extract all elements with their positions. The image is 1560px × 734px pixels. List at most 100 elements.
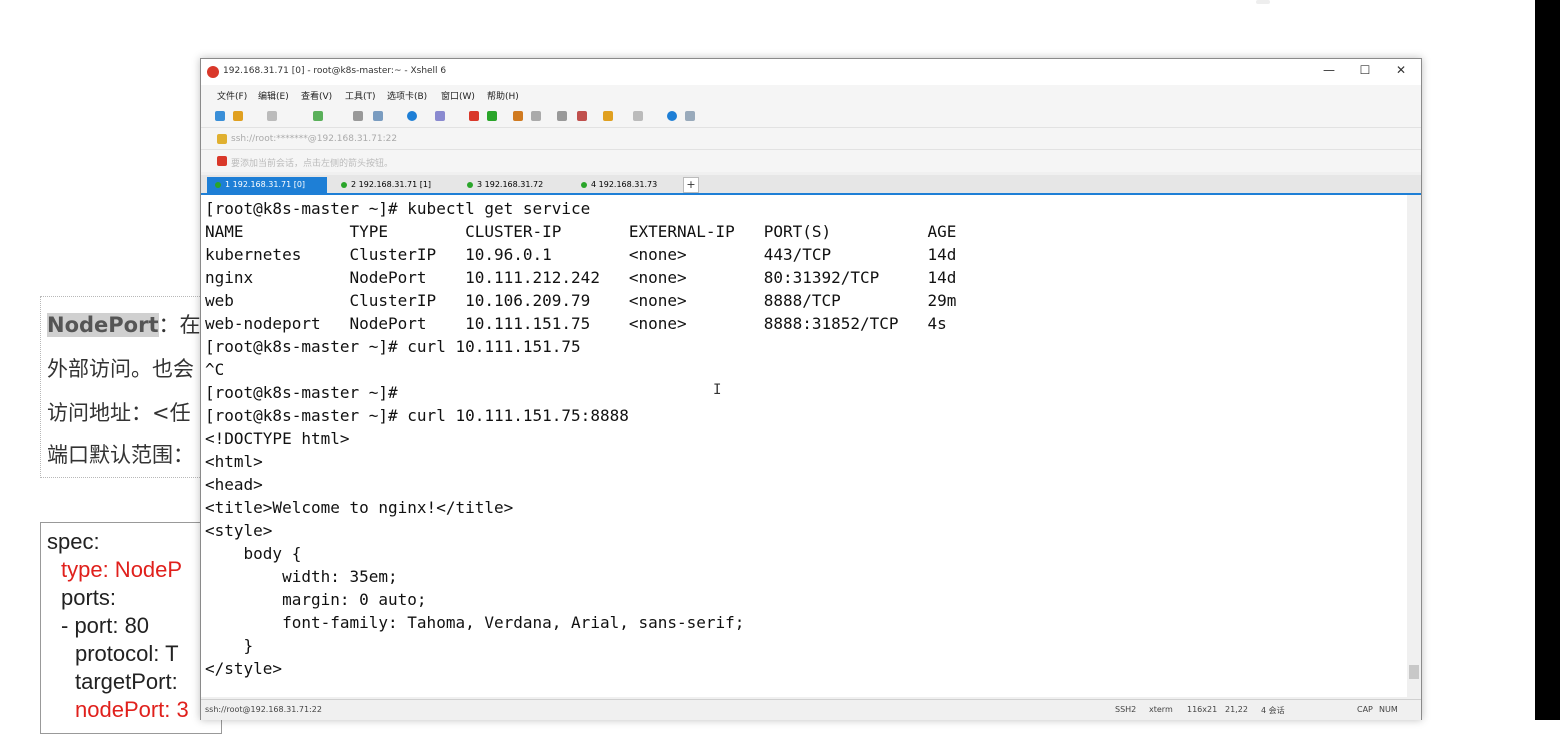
title-bar: 192.168.31.71 [0] - root@k8s-master:~ - … [201, 59, 1421, 85]
nodeport-highlight: NodePort [47, 313, 159, 337]
lock-icon[interactable] [531, 111, 541, 121]
properties-icon[interactable] [373, 111, 383, 121]
menu-tools[interactable]: 工具(T) [345, 89, 376, 102]
font-icon[interactable] [435, 111, 445, 121]
slide-yaml-box: spec: type: NodeP ports: - port: 80 prot… [40, 522, 222, 734]
status-size: 116x21 [1187, 705, 1218, 714]
menu-view[interactable]: 查看(V) [301, 89, 332, 102]
status-term: xterm [1149, 705, 1173, 714]
hint-bar: 要添加当前会话，点击左侧的箭头按钮。 [201, 149, 1421, 172]
status-caps: CAP [1357, 705, 1373, 714]
yaml-line-ports: ports: [61, 585, 117, 610]
highlight-icon[interactable] [577, 111, 587, 121]
tab-session-2[interactable]: 2 192.168.31.71 [1] [337, 177, 453, 193]
terminal-line: nginx NodePort 10.111.212.242 <none> 80:… [205, 268, 957, 287]
terminal-line: <style> [205, 521, 273, 540]
slide-text-box: NodePort：在 外部访问。也会 访问地址：<任 端口默认范围： [40, 296, 222, 478]
menu-tabs[interactable]: 选项卡(B) [387, 89, 427, 102]
find-icon[interactable] [353, 111, 363, 121]
tab-label: 4 192.168.31.73 [591, 180, 658, 189]
yaml-line-nodeport: nodePort: 3 [75, 697, 189, 722]
close-button[interactable]: ✕ [1391, 63, 1411, 77]
maximize-button[interactable]: ☐ [1355, 63, 1375, 77]
terminal-line: font-family: Tahoma, Verdana, Arial, san… [205, 613, 745, 632]
window-title: 192.168.31.71 [0] - root@k8s-master:~ - … [223, 66, 447, 76]
layout-icon[interactable] [633, 111, 643, 121]
xshell-logo-icon [207, 66, 219, 78]
reconnect-icon[interactable] [313, 111, 323, 121]
xftp-icon[interactable] [469, 111, 479, 121]
tab-session-4[interactable]: 4 192.168.31.73 [577, 177, 681, 193]
menu-edit[interactable]: 编辑(E) [258, 89, 289, 102]
mouse-ibeam-icon: I [713, 382, 722, 398]
minimize-button[interactable]: — [1319, 63, 1339, 77]
tab-label: 1 192.168.31.71 [0] [225, 180, 306, 189]
address-bar[interactable]: ssh://root:*******@192.168.31.71:22 [201, 127, 1421, 150]
status-connection: ssh://root@192.168.31.71:22 [205, 705, 322, 714]
session-tab-bar: 1 192.168.31.71 [0] 2 192.168.31.71 [1] … [201, 175, 1421, 195]
terminal-line: [root@k8s-master ~]# curl 10.111.151.75:… [205, 406, 629, 425]
status-cursor: 21,22 [1225, 705, 1248, 714]
menu-file[interactable]: 文件(F) [217, 89, 247, 102]
toolbar [201, 105, 1421, 127]
status-dot-icon [581, 181, 587, 188]
terminal-line: </style> [205, 659, 283, 678]
fullscreen-icon[interactable] [513, 111, 523, 121]
new-session-icon[interactable] [215, 111, 225, 121]
menu-help[interactable]: 帮助(H) [487, 89, 519, 102]
terminal-line: web-nodeport NodePort 10.111.151.75 <non… [205, 314, 947, 333]
tab-label: 3 192.168.31.72 [477, 180, 544, 189]
status-num: NUM [1379, 705, 1398, 714]
yaml-line-port: - port: 80 [61, 613, 150, 638]
terminal-line: } [205, 636, 254, 655]
terminal-line: body { [205, 544, 302, 563]
hint-text: 要添加当前会话，点击左侧的箭头按钮。 [231, 159, 394, 169]
status-protocol: SSH2 [1115, 705, 1137, 714]
tab-session-1[interactable]: 1 192.168.31.71 [0] [207, 177, 327, 193]
globe-icon[interactable] [407, 111, 417, 121]
compose-icon[interactable] [603, 111, 613, 121]
add-tab-button[interactable]: + [683, 177, 699, 193]
terminal-output[interactable]: [root@k8s-master ~]# kubectl get service… [201, 195, 1407, 697]
status-dot-icon [467, 181, 473, 188]
terminal-line: [root@k8s-master ~]# [205, 383, 398, 402]
terminal-line: margin: 0 auto; [205, 590, 427, 609]
tab-label: 2 192.168.31.71 [1] [351, 180, 432, 189]
terminal-line: ^C [205, 360, 225, 379]
disconnect-icon[interactable] [267, 111, 277, 121]
lock-address-icon [217, 134, 227, 144]
terminal-line: kubernetes ClusterIP 10.96.0.1 <none> 44… [205, 245, 957, 264]
terminal-line: <head> [205, 475, 263, 494]
yaml-line-protocol: protocol: T [75, 641, 179, 666]
slide-line-4: 端口默认范围： [47, 443, 194, 467]
terminal-line: <html> [205, 452, 263, 471]
terminal-line: [root@k8s-master ~]# curl 10.111.151.75 [205, 337, 581, 356]
chat-icon[interactable] [685, 111, 695, 121]
tab-session-3[interactable]: 3 192.168.31.72 [463, 177, 567, 193]
terminal-line: width: 35em; [205, 567, 398, 586]
open-folder-icon[interactable] [233, 111, 243, 121]
slide-line-3: 访问地址：<任 [47, 401, 191, 425]
terminal-line: <!DOCTYPE html> [205, 429, 350, 448]
terminal-line: web ClusterIP 10.106.209.79 <none> 8888/… [205, 291, 957, 310]
yaml-line-type: type: NodeP [61, 557, 183, 582]
yaml-line-spec: spec: [47, 529, 100, 554]
scrollbar-thumb[interactable] [1409, 665, 1419, 679]
bookmark-icon [217, 156, 227, 166]
xshell-manager-icon[interactable] [487, 111, 497, 121]
keyboard-icon[interactable] [557, 111, 567, 121]
help-icon[interactable] [667, 111, 677, 121]
address-text[interactable]: ssh://root:*******@192.168.31.71:22 [231, 134, 397, 144]
yaml-line-targetport: targetPort: [75, 669, 178, 694]
status-dot-icon [341, 181, 347, 188]
screen-edge [1535, 0, 1560, 720]
xshell-window: 192.168.31.71 [0] - root@k8s-master:~ - … [200, 58, 1422, 720]
terminal-scrollbar[interactable] [1407, 195, 1421, 697]
status-sessions: 4 会话 [1261, 706, 1285, 715]
slide-line-rest: ：在 [158, 313, 201, 337]
menu-window[interactable]: 窗口(W) [441, 89, 475, 102]
slide-line-2: 外部访问。也会 [47, 357, 194, 381]
terminal-line: NAME TYPE CLUSTER-IP EXTERNAL-IP PORT(S)… [205, 222, 957, 241]
status-bar: ssh://root@192.168.31.71:22 SSH2 xterm 1… [201, 699, 1421, 720]
terminal-line: <title>Welcome to nginx!</title> [205, 498, 514, 517]
